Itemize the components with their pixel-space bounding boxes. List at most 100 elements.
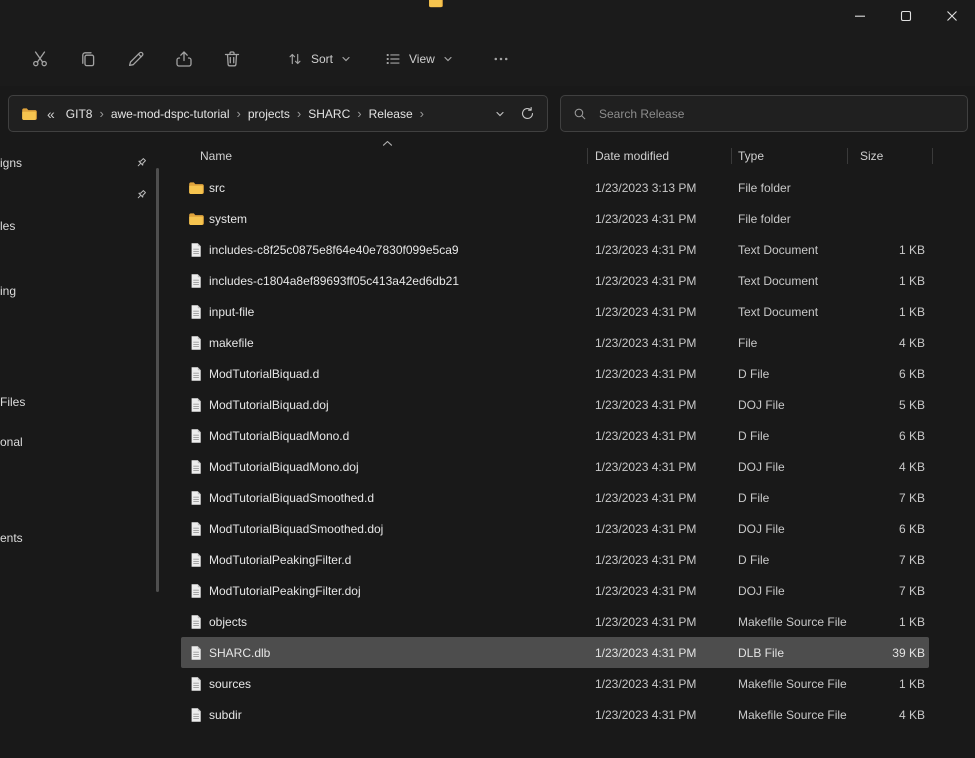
- column-separator[interactable]: [847, 148, 848, 164]
- file-icon: [188, 676, 204, 692]
- rename-icon: [126, 49, 146, 69]
- sidebar-scrollbar[interactable]: [156, 168, 159, 592]
- file-name-cell: ModTutorialBiquad.d: [168, 366, 587, 382]
- maximize-button[interactable]: [883, 0, 929, 32]
- file-row[interactable]: sources1/23/2023 4:31 PMMakefile Source …: [168, 668, 975, 699]
- sidebar-item[interactable]: Files: [0, 393, 148, 410]
- sidebar-item[interactable]: [0, 186, 148, 203]
- delete-button[interactable]: [214, 42, 250, 76]
- breadcrumb-overflow-chevrons[interactable]: «: [41, 106, 61, 122]
- file-size: 4 KB: [847, 460, 932, 474]
- file-row[interactable]: SHARC.dlb1/23/2023 4:31 PMDLB File39 KB: [168, 637, 975, 668]
- file-name: objects: [209, 615, 247, 629]
- sidebar-item[interactable]: onal: [0, 433, 148, 450]
- file-icon: [188, 459, 204, 475]
- file-row[interactable]: ModTutorialPeakingFilter.doj1/23/2023 4:…: [168, 575, 975, 606]
- file-row[interactable]: makefile1/23/2023 4:31 PMFile4 KB: [168, 327, 975, 358]
- column-header-type[interactable]: Type: [731, 149, 847, 163]
- cut-button[interactable]: [22, 42, 58, 76]
- file-type: Text Document: [731, 274, 847, 288]
- breadcrumb-item[interactable]: GIT8: [61, 107, 98, 121]
- column-separator[interactable]: [587, 148, 588, 164]
- file-type: Makefile Source File: [731, 708, 847, 722]
- sidebar-item-label: onal: [0, 435, 23, 449]
- file-row[interactable]: subdir1/23/2023 4:31 PMMakefile Source F…: [168, 699, 975, 730]
- view-button[interactable]: View: [374, 42, 464, 76]
- file-row[interactable]: ModTutorialPeakingFilter.d1/23/2023 4:31…: [168, 544, 975, 575]
- file-size: 4 KB: [847, 708, 932, 722]
- address-dropdown-button[interactable]: [494, 108, 506, 120]
- file-type: D File: [731, 553, 847, 567]
- breadcrumb: GIT8›awe-mod-dspc-tutorial›projects›SHAR…: [61, 106, 426, 121]
- file-name: makefile: [209, 336, 254, 350]
- breadcrumb-item[interactable]: awe-mod-dspc-tutorial: [106, 107, 235, 121]
- file-size: 1 KB: [847, 615, 932, 629]
- file-icon: [188, 242, 204, 258]
- close-icon: [944, 8, 960, 24]
- copy-button[interactable]: [70, 42, 106, 76]
- breadcrumb-separator: ›: [97, 106, 105, 121]
- breadcrumb-item[interactable]: projects: [243, 107, 295, 121]
- copy-icon: [78, 49, 98, 69]
- file-row[interactable]: ModTutorialBiquadMono.doj1/23/2023 4:31 …: [168, 451, 975, 482]
- file-type: File folder: [731, 181, 847, 195]
- file-date-modified: 1/23/2023 4:31 PM: [587, 460, 731, 474]
- close-button[interactable]: [929, 0, 975, 32]
- file-name-cell: includes-c8f25c0875e8f64e40e7830f099e5ca…: [168, 242, 587, 258]
- address-bar[interactable]: « GIT8›awe-mod-dspc-tutorial›projects›SH…: [8, 95, 548, 132]
- file-size: 1 KB: [847, 243, 932, 257]
- breadcrumb-item[interactable]: Release: [364, 107, 418, 121]
- see-more-button[interactable]: [482, 42, 518, 76]
- file-type: Text Document: [731, 243, 847, 257]
- column-header-name[interactable]: Name: [168, 149, 587, 163]
- file-rows: src1/23/2023 3:13 PMFile foldersystem1/2…: [168, 172, 975, 730]
- sidebar-item-label: les: [0, 219, 15, 233]
- file-name-cell: input-file: [168, 304, 587, 320]
- file-type: File: [731, 336, 847, 350]
- file-row[interactable]: ModTutorialBiquad.d1/23/2023 4:31 PMD Fi…: [168, 358, 975, 389]
- search-input[interactable]: [597, 106, 955, 122]
- rename-button[interactable]: [118, 42, 154, 76]
- sidebar-item[interactable]: ents: [0, 529, 148, 546]
- file-size: 1 KB: [847, 677, 932, 691]
- file-row[interactable]: src1/23/2023 3:13 PMFile folder: [168, 172, 975, 203]
- minimize-icon: [852, 8, 868, 24]
- file-date-modified: 1/23/2023 3:13 PM: [587, 181, 731, 195]
- file-date-modified: 1/23/2023 4:31 PM: [587, 708, 731, 722]
- column-header-date-modified[interactable]: Date modified: [587, 149, 731, 163]
- file-row[interactable]: includes-c1804a8ef89693ff05c413a42ed6db2…: [168, 265, 975, 296]
- cut-icon: [30, 49, 50, 69]
- column-header-size[interactable]: Size: [847, 149, 932, 163]
- file-row[interactable]: includes-c8f25c0875e8f64e40e7830f099e5ca…: [168, 234, 975, 265]
- file-icon: [188, 335, 204, 351]
- file-row[interactable]: ModTutorialBiquad.doj1/23/2023 4:31 PMDO…: [168, 389, 975, 420]
- file-row[interactable]: objects1/23/2023 4:31 PMMakefile Source …: [168, 606, 975, 637]
- file-type: Makefile Source File: [731, 615, 847, 629]
- minimize-button[interactable]: [837, 0, 883, 32]
- file-row[interactable]: input-file1/23/2023 4:31 PMText Document…: [168, 296, 975, 327]
- file-date-modified: 1/23/2023 4:31 PM: [587, 677, 731, 691]
- file-row[interactable]: ModTutorialBiquadMono.d1/23/2023 4:31 PM…: [168, 420, 975, 451]
- sidebar-item[interactable]: les: [0, 217, 148, 234]
- file-date-modified: 1/23/2023 4:31 PM: [587, 491, 731, 505]
- file-name-cell: ModTutorialBiquadMono.doj: [168, 459, 587, 475]
- file-name-cell: system: [168, 211, 587, 227]
- file-name: ModTutorialBiquadSmoothed.d: [209, 491, 374, 505]
- file-row[interactable]: ModTutorialBiquadSmoothed.doj1/23/2023 4…: [168, 513, 975, 544]
- search-box[interactable]: [560, 95, 968, 132]
- file-icon: [188, 490, 204, 506]
- refresh-button[interactable]: [520, 106, 535, 121]
- share-button[interactable]: [166, 42, 202, 76]
- file-row[interactable]: system1/23/2023 4:31 PMFile folder: [168, 203, 975, 234]
- file-name-cell: ModTutorialPeakingFilter.d: [168, 552, 587, 568]
- breadcrumb-item[interactable]: SHARC: [303, 107, 355, 121]
- sort-button[interactable]: Sort: [276, 42, 362, 76]
- location-folder-icon[interactable]: [21, 106, 37, 122]
- column-separator[interactable]: [731, 148, 732, 164]
- column-separator[interactable]: [932, 148, 933, 164]
- sidebar-item[interactable]: igns: [0, 154, 148, 171]
- file-row[interactable]: ModTutorialBiquadSmoothed.d 1/23/2023 4:3…: [168, 482, 975, 513]
- chevron-down-icon: [442, 53, 454, 65]
- sidebar-item[interactable]: ing: [0, 282, 148, 299]
- maximize-icon: [898, 8, 914, 24]
